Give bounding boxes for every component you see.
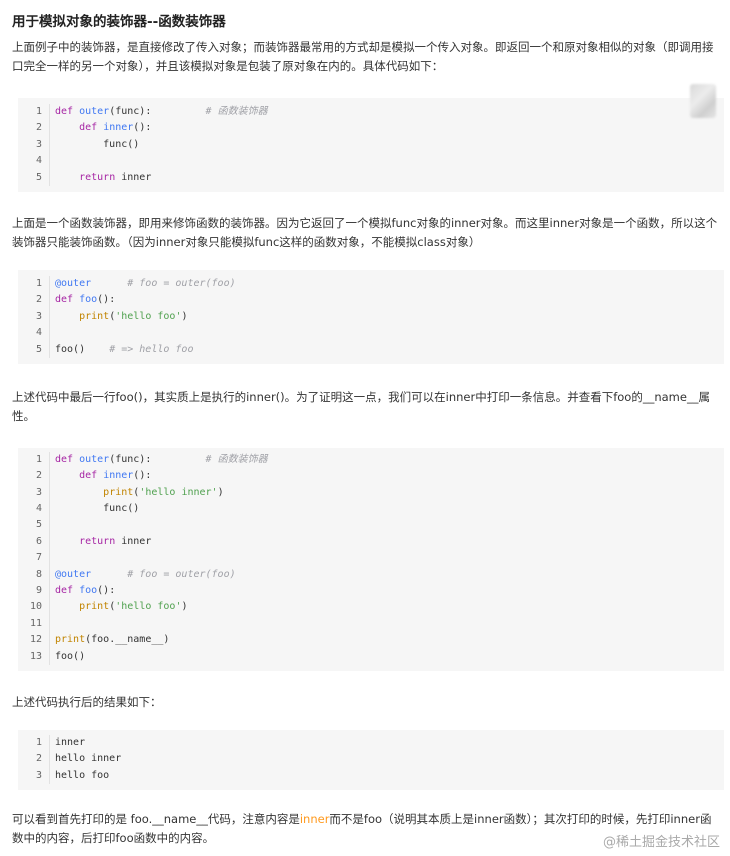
article: 用于模拟对象的装饰器--函数装饰器 上面例子中的装饰器，是直接修改了传入对象；而… xyxy=(0,0,730,848)
paragraph-intro: 上面例子中的装饰器，是直接修改了传入对象；而装饰器最常用的方式却是模拟一个传入对… xyxy=(12,40,714,73)
line-number: 4 xyxy=(18,153,50,170)
code-line: 6 return inner xyxy=(18,533,724,551)
code-text: def inner(): xyxy=(79,470,152,482)
highlight-inner: inner xyxy=(299,812,330,827)
section-title: 用于模拟对象的装饰器--函数装饰器 xyxy=(12,14,226,30)
code-text: def foo(): xyxy=(55,294,116,306)
code-text: hello foo xyxy=(55,769,110,781)
line-number: 5 xyxy=(18,517,50,534)
line-number: 2 xyxy=(18,468,50,485)
code-text: func() xyxy=(55,503,140,515)
line-number: 4 xyxy=(18,501,50,518)
code-text: return inner xyxy=(79,171,152,183)
code-text: print(foo.__name__) xyxy=(55,634,170,646)
code-block-2[interactable]: 1 @outer # foo = outer(foo) 2 def foo(): 3 p… xyxy=(18,269,724,364)
conclusion-text-a: 可以看到首先打印的是 foo.__name__代码，注意内容是 xyxy=(12,812,300,827)
paragraph-prove-inner: 上述代码中最后一行foo()，其实质上是执行的inner()。为了证明这一点，我… xyxy=(12,389,710,423)
code-line: 7 xyxy=(18,550,724,567)
code-line: 10 print('hello foo') xyxy=(18,599,724,616)
code-line: 1 def outer(func): # 函数装饰器 xyxy=(18,104,724,121)
code-text: def foo(): xyxy=(55,585,116,597)
code-line: 1 def outer(func): # 函数装饰器 xyxy=(18,451,724,469)
line-number: 1 xyxy=(18,104,50,121)
code-text: foo() # => hello foo xyxy=(55,343,194,355)
code-text: print('hello foo') xyxy=(79,310,188,322)
blurred-avatar-image xyxy=(690,84,716,118)
code-text: func() xyxy=(55,138,140,150)
line-number: 1 xyxy=(18,451,50,469)
code-line: 4 func() xyxy=(18,501,724,518)
code-text: foo() xyxy=(55,650,86,662)
line-number: 5 xyxy=(18,341,50,358)
code-block-1[interactable]: 1 def outer(func): # 函数装饰器 2 def inner(): 3… xyxy=(18,98,724,192)
line-number: 3 xyxy=(18,308,50,326)
code-line: 11 xyxy=(18,615,724,633)
line-number: 8 xyxy=(18,566,50,584)
code-text: @outer # foo = outer(foo) xyxy=(55,277,236,289)
code-text: print('hello foo') xyxy=(79,601,188,613)
watermark: @稀土掘金技术社区 xyxy=(602,835,720,850)
code-line: 5 xyxy=(18,517,724,534)
code-line: 3 print('hello inner') xyxy=(18,484,724,502)
line-number: 10 xyxy=(18,599,50,616)
code-text: def outer(func): # 函数装饰器 xyxy=(55,106,268,117)
code-line: 2 hello inner xyxy=(18,751,724,768)
line-number: 1 xyxy=(18,275,50,293)
line-number: 2 xyxy=(18,292,50,309)
line-number: 2 xyxy=(18,751,50,768)
code-line: 3 hello foo xyxy=(18,767,724,785)
line-number: 3 xyxy=(18,136,50,154)
paragraph-function-decorator: 上面是一个函数装饰器，即用来修饰函数的装饰器。因为它返回了一个模拟func对象的… xyxy=(12,215,718,249)
code-text: print('hello inner') xyxy=(103,486,224,498)
line-number: 11 xyxy=(18,615,50,633)
paragraph-result-intro: 上述代码执行后的结果如下： xyxy=(12,694,162,709)
code-line: 2 def inner(): xyxy=(18,468,724,485)
code-block-3[interactable]: 1 def outer(func): # 函数装饰器 2 def inner(): 3… xyxy=(18,447,724,671)
code-text: def inner(): xyxy=(79,122,152,134)
code-text: hello inner xyxy=(55,753,122,765)
code-line: 8 @outer # foo = outer(foo) xyxy=(18,566,724,584)
code-text: return inner xyxy=(79,535,152,547)
code-line: 1 @outer # foo = outer(foo) xyxy=(18,275,724,293)
code-line: 5 foo() # => hello foo xyxy=(18,341,724,358)
code-line: 13 foo() xyxy=(18,648,724,665)
code-line: 12 print(foo.__name__) xyxy=(18,632,724,649)
code-block-output[interactable]: 1 inner 2 hello inner 3 hello foo xyxy=(18,729,724,791)
line-number: 2 xyxy=(18,120,50,137)
code-text: def outer(func): # 函数装饰器 xyxy=(55,453,268,465)
code-line: 2 def inner(): xyxy=(18,120,724,137)
code-line: 4 xyxy=(18,325,724,342)
code-text: inner xyxy=(55,736,86,748)
line-number: 1 xyxy=(18,734,50,752)
code-text: @outer # foo = outer(foo) xyxy=(55,568,236,580)
code-line: 3 func() xyxy=(18,136,724,154)
code-line: 5 return inner xyxy=(18,169,724,186)
code-line: 4 xyxy=(18,153,724,170)
line-number: 5 xyxy=(18,169,50,186)
line-number: 13 xyxy=(18,648,50,665)
code-line: 3 print('hello foo') xyxy=(18,308,724,326)
line-number: 3 xyxy=(18,484,50,502)
line-number: 4 xyxy=(18,325,50,342)
code-line: 9 def foo(): xyxy=(18,583,724,600)
code-line: 2 def foo(): xyxy=(18,292,724,309)
line-number: 7 xyxy=(18,550,50,567)
line-number: 12 xyxy=(18,632,50,649)
line-number: 9 xyxy=(18,583,50,600)
line-number: 6 xyxy=(18,533,50,551)
line-number: 3 xyxy=(18,767,50,785)
code-line: 1 inner xyxy=(18,734,724,752)
